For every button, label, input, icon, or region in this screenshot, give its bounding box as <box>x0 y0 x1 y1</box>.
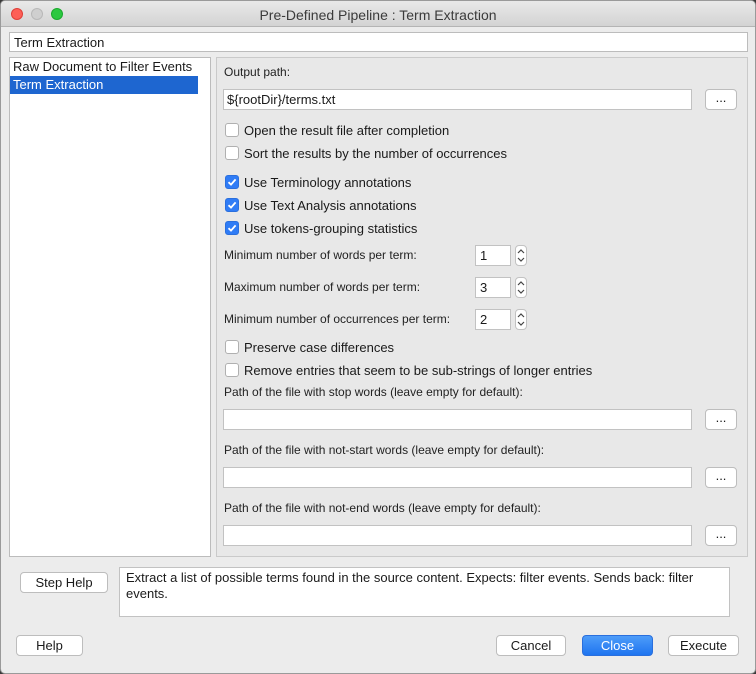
use-tokens-grouping-label: Use tokens-grouping statistics <box>244 220 418 236</box>
not-start-words-browse-button[interactable]: ... <box>705 467 737 488</box>
stepper-arrows-icon <box>517 249 525 262</box>
stop-words-browse-button[interactable]: ... <box>705 409 737 430</box>
min-occurrences-stepper[interactable] <box>515 309 527 330</box>
remove-substrings-label: Remove entries that seem to be sub-strin… <box>244 362 593 378</box>
step-description: Extract a list of possible terms found i… <box>119 567 730 617</box>
sort-results-label: Sort the results by the number of occurr… <box>244 145 508 161</box>
min-words-stepper[interactable] <box>515 245 527 266</box>
not-start-words-input[interactable] <box>223 467 692 488</box>
min-occurrences-input[interactable]: 2 <box>475 309 511 330</box>
step-parameters-panel: Output path: ${rootDir}/terms.txt ... Op… <box>216 57 748 557</box>
remove-substrings-checkbox-row[interactable]: Remove entries that seem to be sub-strin… <box>225 361 592 379</box>
stepper-arrows-icon <box>517 313 525 326</box>
max-words-stepper[interactable] <box>515 277 527 298</box>
cancel-button[interactable]: Cancel <box>496 635 566 656</box>
max-words-input[interactable]: 3 <box>475 277 511 298</box>
checkmark-icon <box>227 178 237 186</box>
pipeline-window: Pre-Defined Pipeline : Term Extraction T… <box>0 0 756 674</box>
output-path-browse-button[interactable]: ... <box>705 89 737 110</box>
execute-button[interactable]: Execute <box>668 635 739 656</box>
not-end-words-label: Path of the file with not-end words (lea… <box>224 501 541 515</box>
stepper-arrows-icon <box>517 281 525 294</box>
steps-list[interactable]: Raw Document to Filter Events Term Extra… <box>9 57 211 557</box>
output-path-label: Output path: <box>224 65 291 79</box>
close-button[interactable]: Close <box>582 635 653 656</box>
sort-results-checkbox-row[interactable]: Sort the results by the number of occurr… <box>225 144 507 162</box>
open-result-checkbox[interactable] <box>225 123 239 137</box>
not-end-words-browse-button[interactable]: ... <box>705 525 737 546</box>
max-words-label: Maximum number of words per term: <box>224 280 421 294</box>
preserve-case-label: Preserve case differences <box>244 339 395 355</box>
preserve-case-checkbox-row[interactable]: Preserve case differences <box>225 338 394 356</box>
output-path-input[interactable]: ${rootDir}/terms.txt <box>223 89 692 110</box>
use-tokens-grouping-checkbox[interactable] <box>225 221 239 235</box>
checkmark-icon <box>227 201 237 209</box>
use-text-analysis-label: Use Text Analysis annotations <box>244 197 417 213</box>
checkmark-icon <box>227 224 237 232</box>
remove-substrings-checkbox[interactable] <box>225 363 239 377</box>
min-occurrences-label: Minimum number of occurrences per term: <box>224 312 451 326</box>
use-terminology-checkbox-row[interactable]: Use Terminology annotations <box>225 173 411 191</box>
use-terminology-label: Use Terminology annotations <box>244 174 412 190</box>
title-bar: Pre-Defined Pipeline : Term Extraction <box>1 1 755 27</box>
stop-words-input[interactable] <box>223 409 692 430</box>
step-help-button[interactable]: Step Help <box>20 572 108 593</box>
min-words-input[interactable]: 1 <box>475 245 511 266</box>
use-tokens-grouping-checkbox-row[interactable]: Use tokens-grouping statistics <box>225 219 417 237</box>
open-result-checkbox-row[interactable]: Open the result file after completion <box>225 121 449 139</box>
preserve-case-checkbox[interactable] <box>225 340 239 354</box>
stop-words-label: Path of the file with stop words (leave … <box>224 385 523 399</box>
step-item-term-extraction[interactable]: Term Extraction <box>10 76 198 94</box>
use-text-analysis-checkbox-row[interactable]: Use Text Analysis annotations <box>225 196 416 214</box>
sort-results-checkbox[interactable] <box>225 146 239 160</box>
open-result-label: Open the result file after completion <box>244 122 450 138</box>
window-title: Pre-Defined Pipeline : Term Extraction <box>259 7 497 23</box>
not-start-words-label: Path of the file with not-start words (l… <box>224 443 545 457</box>
use-text-analysis-checkbox[interactable] <box>225 198 239 212</box>
step-item-raw-document[interactable]: Raw Document to Filter Events <box>10 58 198 76</box>
min-words-label: Minimum number of words per term: <box>224 248 417 262</box>
pipeline-name-field[interactable]: Term Extraction <box>9 32 748 52</box>
use-terminology-checkbox[interactable] <box>225 175 239 189</box>
help-button[interactable]: Help <box>16 635 83 656</box>
not-end-words-input[interactable] <box>223 525 692 546</box>
